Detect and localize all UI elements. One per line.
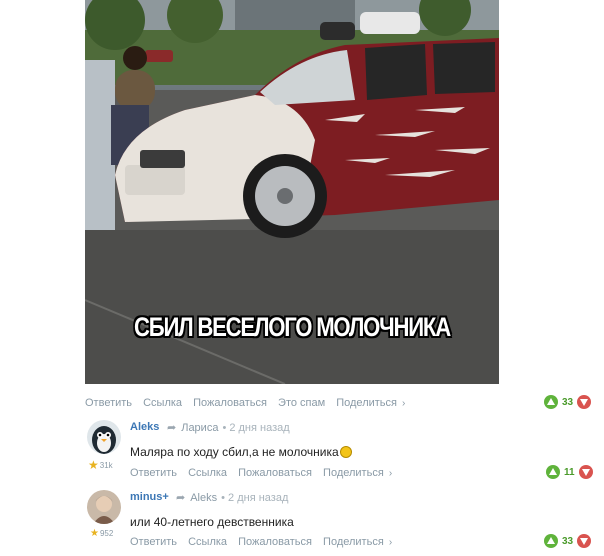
comment-author[interactable]: minus+ bbox=[130, 491, 169, 503]
upvote-icon[interactable] bbox=[544, 395, 558, 409]
avatar[interactable] bbox=[87, 490, 121, 524]
complain-link[interactable]: Пожаловаться bbox=[193, 397, 267, 409]
link-link[interactable]: Ссылка bbox=[143, 397, 182, 409]
vote-count: 33 bbox=[562, 396, 574, 408]
vote-count: 11 bbox=[564, 466, 575, 478]
reply-to: ➦ Aleks • 2 дня назад bbox=[176, 491, 288, 504]
comment-actions: Ответить Ссылка Пожаловаться Поделиться … bbox=[130, 467, 392, 479]
emoji-icon bbox=[339, 446, 352, 458]
reply-to: ➦ Лариса • 2 дня назад bbox=[167, 421, 290, 434]
post-actions: Ответить Ссылка Пожаловаться Это спам По… bbox=[85, 397, 405, 409]
reply-to-name[interactable]: Aleks bbox=[190, 492, 217, 504]
share-link[interactable]: Поделиться bbox=[336, 397, 397, 409]
reply-arrow-icon: ➦ bbox=[176, 492, 186, 504]
karma: ★ 952 bbox=[90, 528, 113, 539]
comment-text-content: Маляра по ходу сбил,а не молочника bbox=[130, 445, 339, 459]
post-image[interactable]: СБИЛ ВЕСЕЛОГО МОЛОЧНИКА bbox=[85, 0, 499, 384]
star-icon: ★ bbox=[88, 458, 99, 472]
share-link[interactable]: Поделиться bbox=[323, 536, 384, 548]
avatar[interactable] bbox=[87, 420, 121, 454]
user-photo-avatar-icon bbox=[87, 490, 121, 524]
complain-link[interactable]: Пожаловаться bbox=[238, 467, 312, 479]
comment-time: • 2 дня назад bbox=[222, 422, 290, 434]
reply-link[interactable]: Ответить bbox=[85, 397, 132, 409]
link-link[interactable]: Ссылка bbox=[188, 536, 227, 548]
comment-vote: 11 bbox=[546, 465, 593, 479]
comment-vote: 33 bbox=[544, 534, 592, 548]
karma-value: 31k bbox=[99, 460, 113, 470]
spam-link[interactable]: Это спам bbox=[278, 397, 325, 409]
comment-time: • 2 дня назад bbox=[221, 492, 289, 504]
share-link[interactable]: Поделиться bbox=[323, 467, 384, 479]
complain-link[interactable]: Пожаловаться bbox=[238, 536, 312, 548]
comment-actions: Ответить Ссылка Пожаловаться Поделиться … bbox=[130, 536, 392, 548]
reply-arrow-icon: ➦ bbox=[167, 422, 177, 434]
penguin-avatar-icon bbox=[87, 420, 121, 454]
comment-text: Маляра по ходу сбил,а не молочника bbox=[130, 445, 352, 459]
link-link[interactable]: Ссылка bbox=[188, 467, 227, 479]
comment-author[interactable]: Aleks bbox=[130, 421, 159, 433]
karma-value: 952 bbox=[99, 529, 114, 538]
share-chevron-icon: › bbox=[388, 537, 393, 548]
downvote-icon[interactable] bbox=[578, 465, 593, 479]
vote-count: 33 bbox=[562, 535, 574, 547]
upvote-icon[interactable] bbox=[546, 465, 560, 479]
downvote-icon[interactable] bbox=[577, 395, 592, 409]
reply-link[interactable]: Ответить bbox=[130, 536, 177, 548]
meme-caption: СБИЛ ВЕСЕЛОГО МОЛОЧНИКА bbox=[134, 312, 451, 342]
post-vote: 33 bbox=[544, 395, 592, 409]
karma: ★ 31k bbox=[88, 458, 113, 472]
share-chevron-icon: › bbox=[388, 468, 393, 479]
upvote-icon[interactable] bbox=[544, 534, 558, 548]
star-icon: ★ bbox=[90, 528, 99, 539]
comment-text: или 40-летнего девственника bbox=[130, 515, 294, 529]
downvote-icon[interactable] bbox=[577, 534, 592, 548]
reply-link[interactable]: Ответить bbox=[130, 467, 177, 479]
share-chevron-icon: › bbox=[402, 398, 406, 409]
reply-to-name[interactable]: Лариса bbox=[181, 422, 218, 434]
